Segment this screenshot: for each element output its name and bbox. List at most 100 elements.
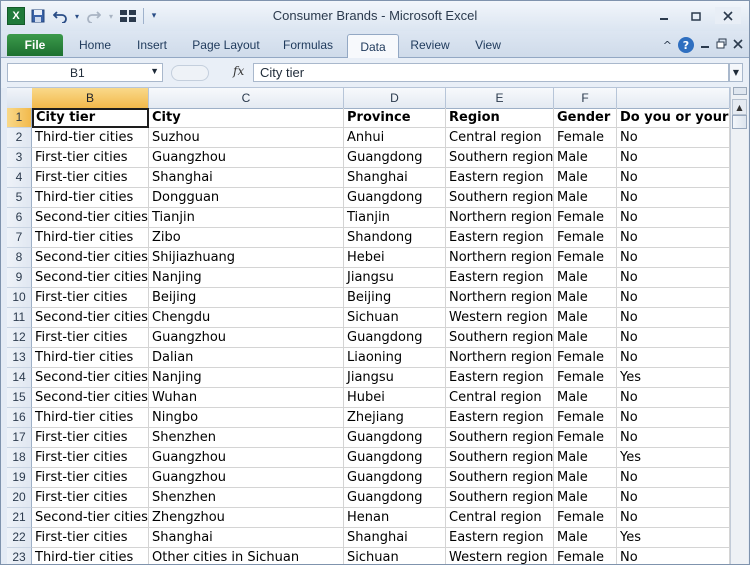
table-cell[interactable]: Male [554,288,617,308]
table-cell[interactable]: Southern region [446,448,554,468]
row-header[interactable]: 3 [7,148,32,168]
table-cell[interactable]: Female [554,208,617,228]
table-cell[interactable]: No [617,388,730,408]
table-cell[interactable]: Third-tier cities [32,188,149,208]
table-cell[interactable]: Tianjin [149,208,344,228]
table-cell[interactable]: Male [554,148,617,168]
table-cell[interactable]: Henan [344,508,446,528]
table-cell[interactable]: Liaoning [344,348,446,368]
table-cell[interactable]: Guangdong [344,468,446,488]
table-cell[interactable]: No [617,408,730,428]
row-header[interactable]: 13 [7,348,32,368]
table-cell[interactable]: Anhui [344,128,446,148]
table-cell[interactable]: Eastern region [446,168,554,188]
row-header[interactable]: 14 [7,368,32,388]
table-cell[interactable]: Southern region [446,328,554,348]
table-cell[interactable]: Eastern region [446,228,554,248]
column-header[interactable] [617,88,730,108]
formula-input[interactable]: City tier [253,63,729,82]
table-cell[interactable]: No [617,128,730,148]
table-cell[interactable]: Hubei [344,388,446,408]
table-cell[interactable]: Male [554,488,617,508]
row-header[interactable]: 8 [7,248,32,268]
header-cell[interactable]: Gender [554,108,617,128]
table-cell[interactable]: Suzhou [149,128,344,148]
table-cell[interactable]: Sichuan [344,308,446,328]
workbook-minimize-icon[interactable] [700,39,710,52]
column-header[interactable]: C [149,88,344,108]
table-cell[interactable]: Female [554,428,617,448]
table-cell[interactable]: Third-tier cities [32,128,149,148]
table-cell[interactable]: Third-tier cities [32,408,149,428]
table-cell[interactable]: Third-tier cities [32,348,149,368]
chevron-down-icon[interactable]: ▼ [150,66,159,76]
table-cell[interactable]: Yes [617,448,730,468]
table-cell[interactable]: Second-tier cities [32,268,149,288]
table-cell[interactable]: No [617,168,730,188]
table-cell[interactable]: Northern region [446,288,554,308]
table-cell[interactable]: Dongguan [149,188,344,208]
table-cell[interactable]: Southern region [446,428,554,448]
table-cell[interactable]: Central region [446,508,554,528]
tab-home[interactable]: Home [71,34,119,56]
table-cell[interactable]: Sichuan [344,548,446,564]
table-cell[interactable]: Second-tier cities [32,388,149,408]
table-cell[interactable]: No [617,268,730,288]
tab-view[interactable]: View [465,34,511,56]
header-cell[interactable]: Do you or your ho [617,108,730,128]
table-cell[interactable]: Northern region [446,248,554,268]
table-cell[interactable]: No [617,348,730,368]
table-cell[interactable]: Female [554,368,617,388]
table-cell[interactable]: No [617,288,730,308]
table-cell[interactable]: Western region [446,548,554,564]
table-cell[interactable]: Male [554,328,617,348]
table-cell[interactable]: No [617,148,730,168]
table-cell[interactable]: Shanghai [149,528,344,548]
table-cell[interactable]: Male [554,528,617,548]
tab-data[interactable]: Data [347,34,399,58]
row-header[interactable]: 17 [7,428,32,448]
table-cell[interactable]: No [617,188,730,208]
table-cell[interactable]: Female [554,408,617,428]
row-header[interactable]: 6 [7,208,32,228]
table-cell[interactable]: First-tier cities [32,328,149,348]
table-cell[interactable]: Second-tier cities [32,368,149,388]
row-header[interactable]: 7 [7,228,32,248]
table-cell[interactable]: Third-tier cities [32,548,149,564]
table-cell[interactable]: Guangzhou [149,148,344,168]
table-cell[interactable]: Female [554,128,617,148]
table-cell[interactable]: Nanjing [149,268,344,288]
table-cell[interactable]: Female [554,508,617,528]
table-cell[interactable]: Guangdong [344,148,446,168]
expand-formula-bar-icon[interactable]: ▼ [729,63,743,82]
table-cell[interactable]: No [617,428,730,448]
table-cell[interactable]: Male [554,308,617,328]
insert-function-icon[interactable]: fx [233,64,244,78]
table-cell[interactable]: Southern region [446,188,554,208]
table-cell[interactable]: Southern region [446,468,554,488]
restore-icon[interactable] [683,7,709,24]
table-cell[interactable]: First-tier cities [32,488,149,508]
header-cell[interactable]: Province [344,108,446,128]
select-all-corner[interactable] [7,88,33,108]
table-cell[interactable]: Male [554,388,617,408]
scroll-thumb[interactable] [732,115,747,129]
row-header[interactable]: 10 [7,288,32,308]
table-cell[interactable]: Shanghai [149,168,344,188]
row-header[interactable]: 9 [7,268,32,288]
table-cell[interactable]: Male [554,268,617,288]
table-cell[interactable]: First-tier cities [32,168,149,188]
minimize-ribbon-icon[interactable]: ^ [663,39,672,52]
table-cell[interactable]: Guangdong [344,428,446,448]
table-cell[interactable]: Southern region [446,488,554,508]
table-cell[interactable]: Central region [446,128,554,148]
table-cell[interactable]: First-tier cities [32,428,149,448]
table-cell[interactable]: Wuhan [149,388,344,408]
tab-file[interactable]: File [7,34,63,56]
table-cell[interactable]: Northern region [446,348,554,368]
close-icon[interactable] [715,7,741,24]
column-header[interactable]: E [446,88,554,108]
name-box[interactable]: B1 ▼ [7,63,163,82]
table-cell[interactable]: Western region [446,308,554,328]
table-cell[interactable]: First-tier cities [32,148,149,168]
